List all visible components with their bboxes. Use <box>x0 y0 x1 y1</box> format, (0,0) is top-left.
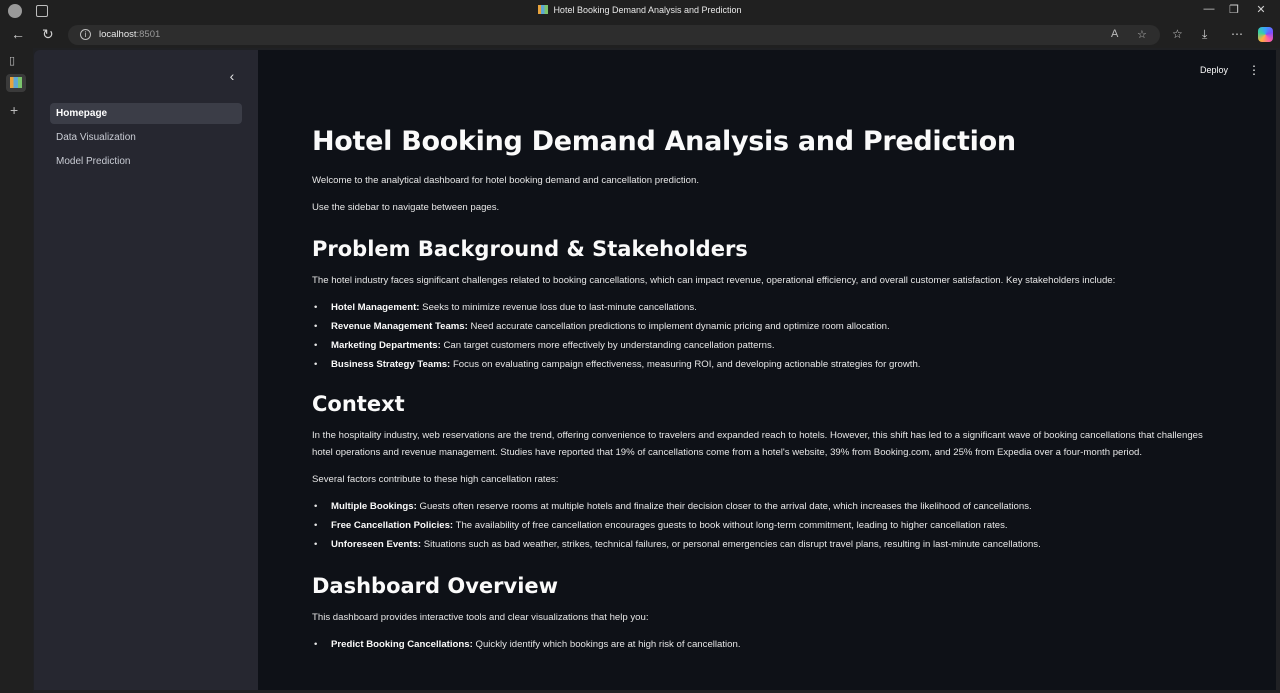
sidebar-item-homepage[interactable]: Homepage <box>50 103 242 124</box>
main-content-area: Deploy ⋮ Hotel Booking Demand Analysis a… <box>258 50 1276 690</box>
page-title: Hotel Booking Demand Analysis and Predic… <box>312 126 1016 157</box>
address-bar[interactable]: i localhost:8501 A ☆ <box>68 25 1160 45</box>
list-item: Hotel Management: Seeks to minimize reve… <box>312 299 1212 316</box>
add-icon[interactable]: + <box>10 102 18 118</box>
minimize-icon[interactable]: — <box>1201 3 1217 15</box>
list-item: Free Cancellation Policies: The availabi… <box>312 517 1212 534</box>
stakeholder-list: Hotel Management: Seeks to minimize reve… <box>312 299 1212 373</box>
list-item: Unforeseen Events: Situations such as ba… <box>312 536 1212 553</box>
close-icon[interactable]: ✕ <box>1253 3 1269 16</box>
sidebar-item-data-visualization[interactable]: Data Visualization <box>50 127 242 148</box>
intro-paragraph: Welcome to the analytical dashboard for … <box>312 175 700 186</box>
overview-heading: Dashboard Overview <box>312 574 559 598</box>
list-item: Marketing Departments: Can target custom… <box>312 337 1212 354</box>
list-item: Business Strategy Teams: Focus on evalua… <box>312 356 1212 373</box>
favorites-icon[interactable]: ☆ <box>1172 27 1183 41</box>
copilot-icon[interactable] <box>1258 27 1273 42</box>
browser-side-panel: ▯ + <box>0 48 33 693</box>
list-item: Multiple Bookings: Guests often reserve … <box>312 498 1212 515</box>
restore-icon[interactable]: ❐ <box>1226 3 1242 16</box>
sidebar-item-model-prediction[interactable]: Model Prediction <box>50 151 242 172</box>
back-arrow-icon[interactable]: ← <box>11 27 25 41</box>
favorite-star-icon[interactable]: ☆ <box>1137 28 1147 41</box>
app-sidebar: ‹ Homepage Data Visualization Model Pred… <box>34 50 258 690</box>
url-text[interactable]: localhost:8501 <box>99 29 160 40</box>
page-icon[interactable]: ▯ <box>9 54 15 67</box>
context-heading: Context <box>312 392 405 416</box>
overview-list: Predict Booking Cancellations: Quickly i… <box>312 636 1212 653</box>
overview-text: This dashboard provides interactive tool… <box>312 612 649 623</box>
more-options-icon[interactable]: ⋯ <box>1231 27 1243 41</box>
deploy-button[interactable]: Deploy <box>1200 65 1228 75</box>
app-tab-icon[interactable] <box>6 74 26 92</box>
chart-favicon-icon <box>538 5 549 14</box>
site-info-icon[interactable]: i <box>80 29 91 40</box>
main-menu-icon[interactable]: ⋮ <box>1248 63 1260 77</box>
browser-title-bar: Hotel Booking Demand Analysis and Predic… <box>0 0 1280 22</box>
read-aloud-icon[interactable]: A <box>1111 28 1118 40</box>
list-item: Predict Booking Cancellations: Quickly i… <box>312 636 1212 653</box>
download-icon[interactable]: ⤓ <box>1202 27 1207 42</box>
navigation-hint: Use the sidebar to navigate between page… <box>312 202 500 213</box>
context-text: In the hospitality industry, web reserva… <box>312 430 1203 458</box>
factors-list: Multiple Bookings: Guests often reserve … <box>312 498 1212 553</box>
chevron-left-icon[interactable]: ‹ <box>224 68 240 84</box>
problem-heading: Problem Background & Stakeholders <box>312 237 748 261</box>
problem-text: The hotel industry faces significant cha… <box>312 275 1116 286</box>
window-title: Hotel Booking Demand Analysis and Predic… <box>0 5 1280 15</box>
list-item: Revenue Management Teams: Need accurate … <box>312 318 1212 335</box>
page-content: Hotel Booking Demand Analysis and Predic… <box>312 126 1212 655</box>
sidebar-nav: Homepage Data Visualization Model Predic… <box>50 103 242 175</box>
refresh-icon[interactable]: ↻ <box>42 27 54 41</box>
factors-intro: Several factors contribute to these high… <box>312 474 559 485</box>
address-bar-row: ← ↻ i localhost:8501 A ☆ ☆ ⤓ ⋯ <box>0 22 1280 48</box>
